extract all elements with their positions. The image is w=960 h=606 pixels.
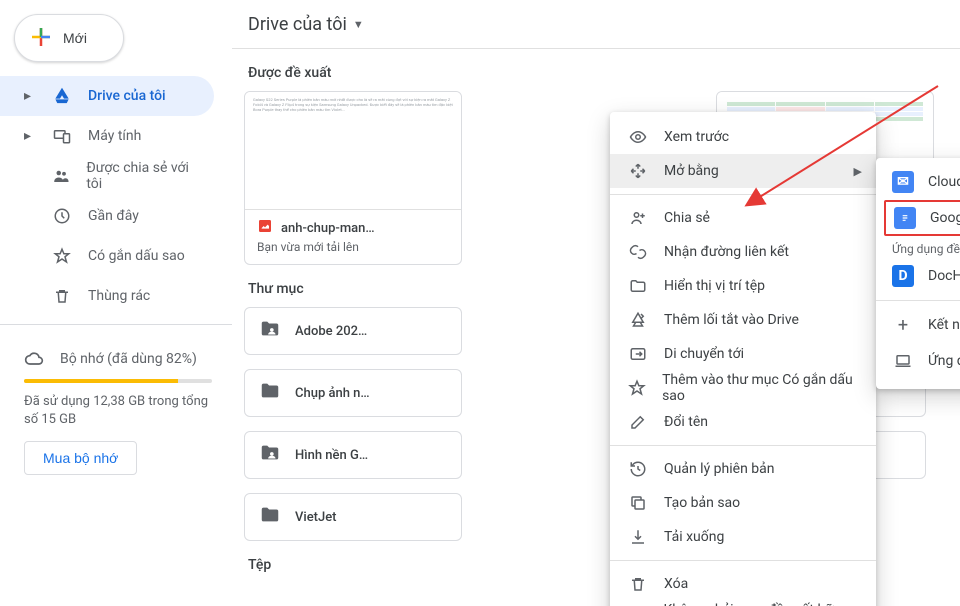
cloud-icon (24, 349, 44, 369)
submenu-section-label: Ứng dụng đề xuất (876, 236, 960, 258)
card-thumbnail: Galaxy S22 Series Purple là phiên bản mà… (245, 92, 461, 210)
nav-label: Thùng rác (88, 288, 150, 304)
section-suggested: Được đề xuất (242, 49, 948, 91)
ctx-show-location[interactable]: Hiển thị vị trí tệp (610, 269, 876, 303)
new-button-label: Mới (63, 30, 87, 46)
person-add-icon (628, 209, 648, 227)
dochub-icon: D (892, 265, 914, 287)
ctx-rename[interactable]: Đổi tên (610, 405, 876, 439)
ctx-add-shortcut[interactable]: Thêm lối tắt vào Drive (610, 303, 876, 337)
storage-used-text: Đã sử dụng 12,38 GB trong tổng số 15 GB (24, 393, 212, 429)
folder-icon (259, 504, 281, 530)
open-with-submenu: ✉Cloud Drive to Mail Google Tài liệu Ứng… (876, 158, 960, 389)
history-icon (628, 460, 648, 478)
google-docs-icon (894, 207, 916, 229)
card-subtitle: Bạn vừa mới tải lên (257, 240, 451, 254)
ctx-preview[interactable]: Xem trước (610, 120, 876, 154)
eye-icon (628, 128, 648, 146)
submenu-connect-more[interactable]: +Kết nối ứng dụng khác (876, 307, 960, 343)
nav-label: Được chia sẻ với tôi (86, 160, 202, 192)
pencil-icon (628, 413, 648, 431)
nav-trash[interactable]: Thùng rác (0, 276, 214, 316)
sidebar: Mới ▸ Drive của tôi ▸ Máy tính (0, 0, 232, 606)
breadcrumb-label: Drive của tôi (248, 14, 347, 35)
folder-name: VietJet (295, 510, 337, 525)
nav-my-drive[interactable]: ▸ Drive của tôi (0, 76, 214, 116)
plus-icon: + (892, 315, 914, 336)
nav-label: Máy tính (88, 128, 141, 144)
chevron-right-icon: ▸ (24, 128, 36, 144)
card-title: anh-chup-man… (281, 221, 375, 236)
ctx-share[interactable]: Chia sẻ (610, 201, 876, 235)
ctx-remove[interactable]: Xóa (610, 567, 876, 601)
folder-chip[interactable]: Hình nền G… (244, 431, 462, 479)
drive-icon (52, 87, 72, 105)
people-icon (51, 167, 70, 185)
nav-list: ▸ Drive của tôi ▸ Máy tính Được chia sẻ … (0, 76, 232, 316)
nav-starred[interactable]: Có gắn dấu sao (0, 236, 214, 276)
folder-icon (259, 380, 281, 406)
chevron-down-icon: ▼ (353, 18, 364, 31)
folder-chip[interactable]: Chụp ảnh n… (244, 369, 462, 417)
chevron-right-icon: ▶ (854, 165, 862, 178)
devices-icon (52, 127, 72, 145)
copy-icon (628, 494, 648, 512)
laptop-icon (892, 352, 914, 370)
ctx-manage-versions[interactable]: Quản lý phiên bản (610, 452, 876, 486)
ctx-add-starred[interactable]: Thêm vào thư mục Có gắn dấu sao (610, 371, 876, 405)
buy-storage-button[interactable]: Mua bộ nhớ (24, 441, 137, 475)
nav-recent[interactable]: Gần đây (0, 196, 214, 236)
breadcrumb[interactable]: Drive của tôi ▼ (242, 0, 948, 48)
ctx-move-to[interactable]: Di chuyển tới (610, 337, 876, 371)
star-icon (628, 379, 646, 397)
ctx-get-link[interactable]: Nhận đường liên kết (610, 235, 876, 269)
folder-shared-icon (259, 442, 281, 468)
storage-bar (24, 379, 212, 383)
folder-shared-icon (259, 318, 281, 344)
submenu-google-docs[interactable]: Google Tài liệu (884, 200, 960, 236)
nav-label: Drive của tôi (88, 88, 166, 104)
open-with-icon (628, 162, 648, 180)
clock-icon (52, 207, 72, 225)
plus-icon (29, 25, 53, 52)
storage-section: Bộ nhớ (đã dùng 82%) Đã sử dụng 12,38 GB… (0, 333, 232, 475)
folder-chip[interactable]: VietJet (244, 493, 462, 541)
image-icon (257, 218, 273, 238)
card-footer: anh-chup-man… Bạn vừa mới tải lên (245, 210, 461, 264)
nav-shared[interactable]: Được chia sẻ với tôi (0, 156, 214, 196)
nav-label: Gần đây (88, 208, 139, 224)
folder-name: Hình nền G… (295, 448, 368, 463)
folder-icon (628, 277, 648, 295)
context-menu: Xem trước Mở bằng▶ Chia sẻ Nhận đường li… (610, 112, 876, 606)
link-icon (628, 243, 648, 261)
nav-computers[interactable]: ▸ Máy tính (0, 116, 214, 156)
ctx-download[interactable]: Tải xuống (610, 520, 876, 554)
storage-label: Bộ nhớ (đã dùng 82%) (60, 351, 197, 367)
ctx-open-with[interactable]: Mở bằng▶ (610, 154, 876, 188)
ctx-not-useful[interactable]: Không phải mục đề xuất hữu ích (610, 601, 876, 606)
move-to-icon (628, 345, 648, 363)
nav-storage[interactable]: Bộ nhớ (đã dùng 82%) (24, 339, 212, 379)
trash-icon (52, 287, 72, 305)
drive-shortcut-icon (628, 311, 648, 329)
ctx-make-copy[interactable]: Tạo bản sao (610, 486, 876, 520)
main-content: Drive của tôi ▼ Được đề xuất Galaxy S22 … (232, 0, 960, 606)
app-root: Mới ▸ Drive của tôi ▸ Máy tính (0, 0, 960, 606)
trash-icon (628, 575, 648, 593)
cloud-mail-icon: ✉ (892, 171, 914, 193)
submenu-cloud-drive[interactable]: ✉Cloud Drive to Mail (876, 164, 960, 200)
folder-name: Adobe 202… (295, 324, 367, 339)
nav-label: Có gắn dấu sao (88, 248, 185, 264)
download-icon (628, 528, 648, 546)
chevron-right-icon: ▸ (24, 88, 36, 104)
submenu-dochub[interactable]: DDocHub - PDF Sign and Edit (876, 258, 960, 294)
new-button[interactable]: Mới (14, 14, 124, 62)
folder-name: Chụp ảnh n… (295, 386, 370, 401)
folder-chip[interactable]: Adobe 202… (244, 307, 462, 355)
divider (0, 324, 232, 325)
submenu-apps-on-computer[interactable]: Ứng dụng trên máy tính của bạn (876, 343, 960, 379)
star-icon (52, 247, 72, 265)
suggested-card[interactable]: Galaxy S22 Series Purple là phiên bản mà… (244, 91, 462, 265)
